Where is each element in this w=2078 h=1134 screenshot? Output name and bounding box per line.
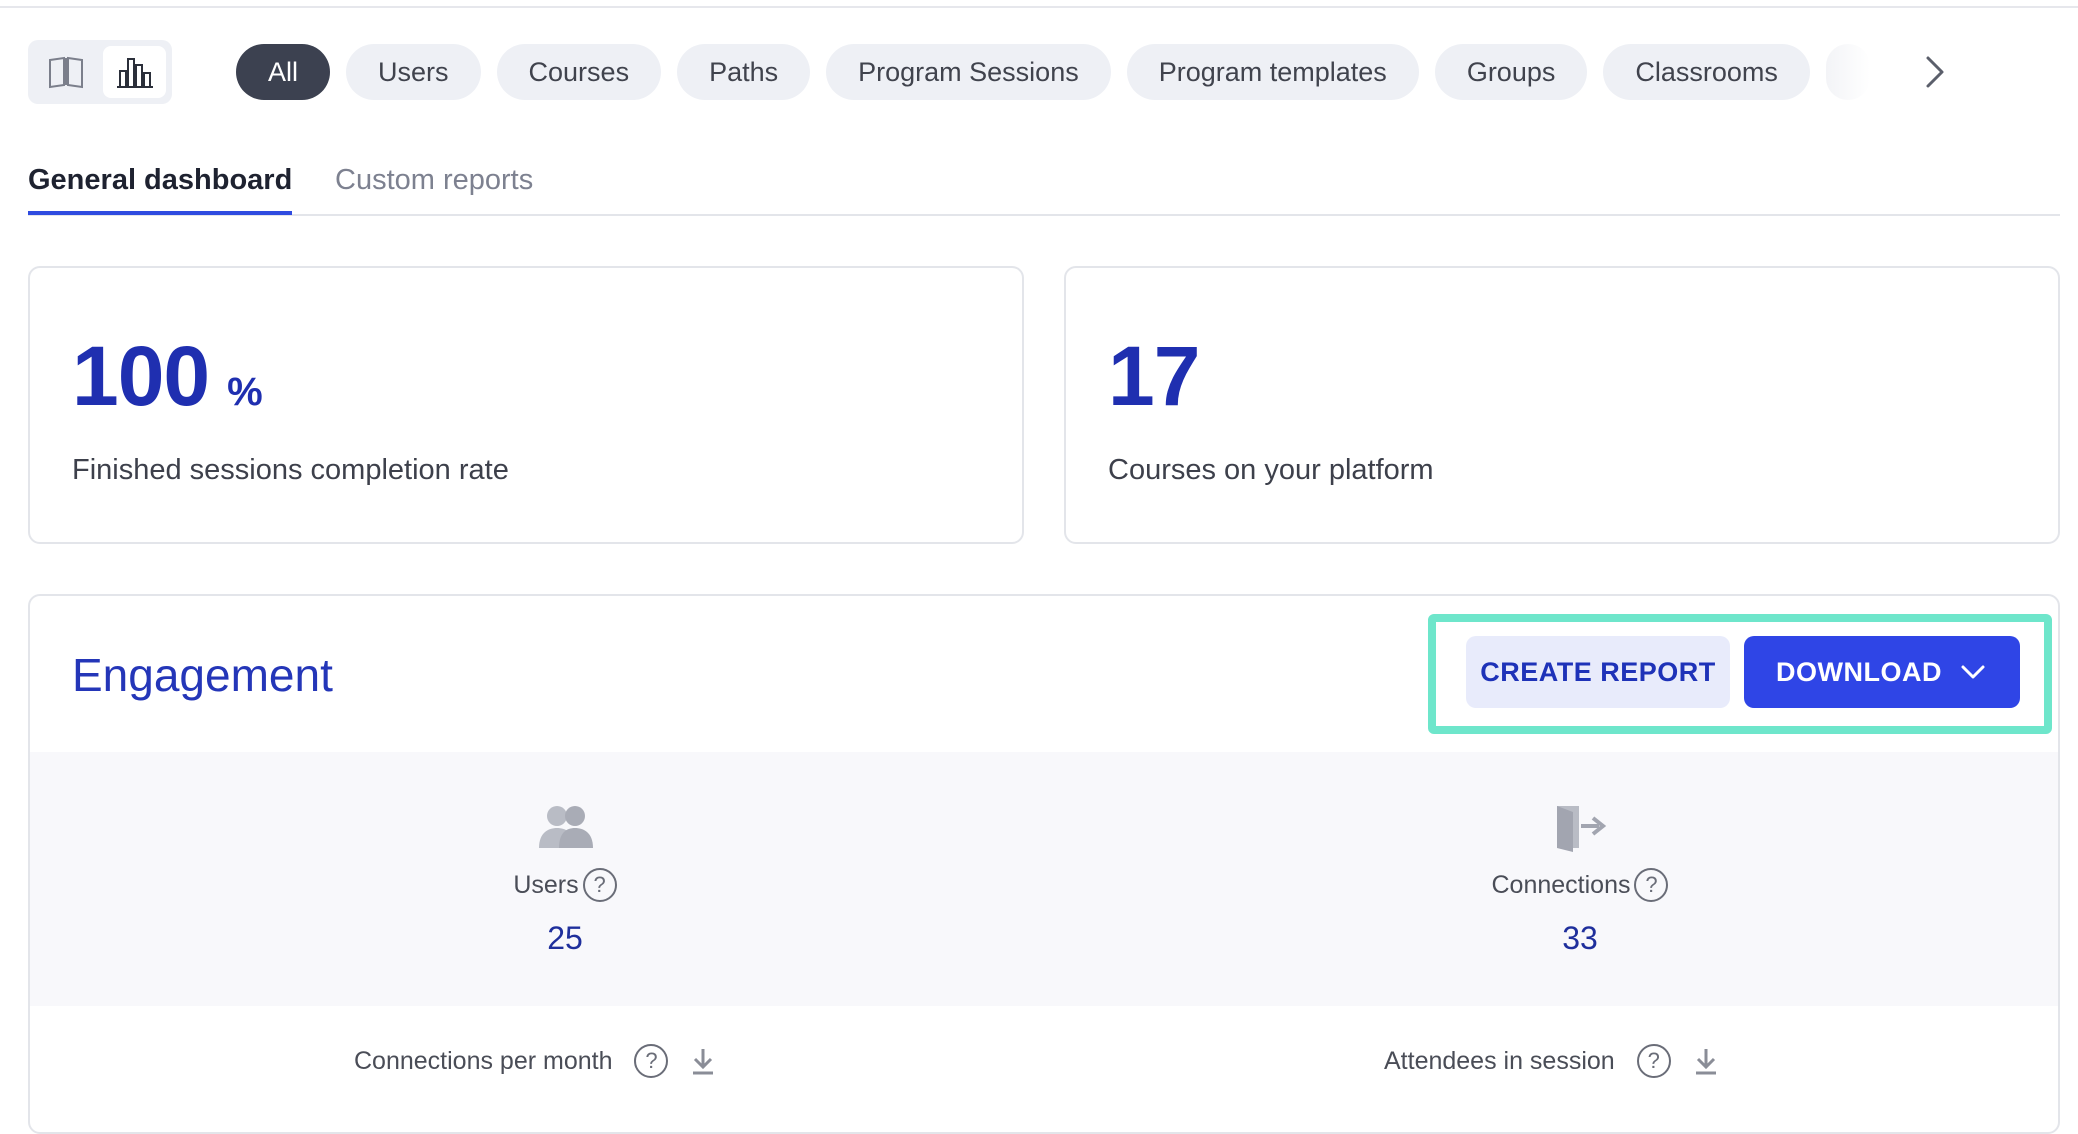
chevron-down-icon xyxy=(1961,665,1985,679)
view-toggle xyxy=(28,40,172,104)
chip-courses[interactable]: Courses xyxy=(496,44,662,100)
chip-classrooms[interactable]: Classrooms xyxy=(1603,44,1810,100)
chip-overflow-fade xyxy=(1825,44,1870,100)
chip-program-sessions[interactable]: Program Sessions xyxy=(826,44,1111,100)
stat-label: Connections xyxy=(1491,870,1631,899)
subchart-title: Attendees in session xyxy=(1384,1046,1615,1075)
bar-chart-icon xyxy=(116,58,153,88)
help-icon[interactable]: ? xyxy=(1636,1044,1671,1078)
kpi-number: 100 xyxy=(72,329,210,423)
chip-users[interactable]: Users xyxy=(346,44,481,100)
kpi-card-courses: 17 Courses on your platform xyxy=(1064,266,2060,544)
filter-chips: All Users Courses Paths Program Sessions… xyxy=(236,44,1870,100)
help-icon[interactable]: ? xyxy=(1634,868,1669,902)
help-icon[interactable]: ? xyxy=(634,1044,669,1078)
stat-connections: Connections ? 33 xyxy=(1380,798,1780,957)
chevron-right-icon[interactable] xyxy=(1914,52,1954,92)
kpi-label: Courses on your platform xyxy=(1108,454,1434,486)
subchart-title: Connections per month xyxy=(354,1046,613,1075)
kpi-unit: % xyxy=(227,370,263,414)
chip-all[interactable]: All xyxy=(236,44,331,100)
engagement-panel: Engagement CREATE REPORT DOWNLOAD Users … xyxy=(28,594,2060,1134)
engagement-title: Engagement xyxy=(72,649,333,701)
chip-program-templates[interactable]: Program templates xyxy=(1126,44,1419,100)
download-icon[interactable] xyxy=(1693,1046,1719,1076)
tab-custom-reports[interactable]: Custom reports xyxy=(335,164,533,197)
kpi-card-completion: 100% Finished sessions completion rate xyxy=(28,266,1024,544)
chip-paths[interactable]: Paths xyxy=(677,44,811,100)
stat-value: 25 xyxy=(547,920,583,956)
create-report-button[interactable]: CREATE REPORT xyxy=(1466,636,1730,708)
kpi-label: Finished sessions completion rate xyxy=(72,454,509,486)
dashboard-tabs: General dashboard Custom reports xyxy=(28,160,2060,216)
download-icon[interactable] xyxy=(690,1046,716,1076)
connections-per-month-header: Connections per month ? xyxy=(354,1044,716,1078)
catalog-view-button[interactable] xyxy=(34,46,97,98)
stat-users: Users ? 25 xyxy=(365,798,765,957)
download-button[interactable]: DOWNLOAD xyxy=(1744,636,2020,708)
book-icon xyxy=(48,56,83,89)
analytics-view-button[interactable] xyxy=(103,46,166,98)
stat-value: 33 xyxy=(1562,920,1598,956)
users-icon xyxy=(539,806,593,848)
kpi-value: 100% xyxy=(72,328,263,425)
stat-label: Users xyxy=(513,870,579,899)
help-icon[interactable]: ? xyxy=(582,868,617,902)
tab-general-dashboard[interactable]: General dashboard xyxy=(28,164,293,215)
attendees-in-session-header: Attendees in session ? xyxy=(1384,1044,1719,1078)
top-divider xyxy=(0,0,2078,8)
kpi-number: 17 xyxy=(1108,329,1200,423)
login-door-icon xyxy=(1557,806,1607,852)
download-label: DOWNLOAD xyxy=(1776,656,1942,687)
engagement-subcharts: Connections per month ? Attendees in ses… xyxy=(30,1044,2058,1104)
chip-groups[interactable]: Groups xyxy=(1434,44,1588,100)
engagement-stats: Users ? 25 Connections ? 33 xyxy=(30,752,2058,1006)
